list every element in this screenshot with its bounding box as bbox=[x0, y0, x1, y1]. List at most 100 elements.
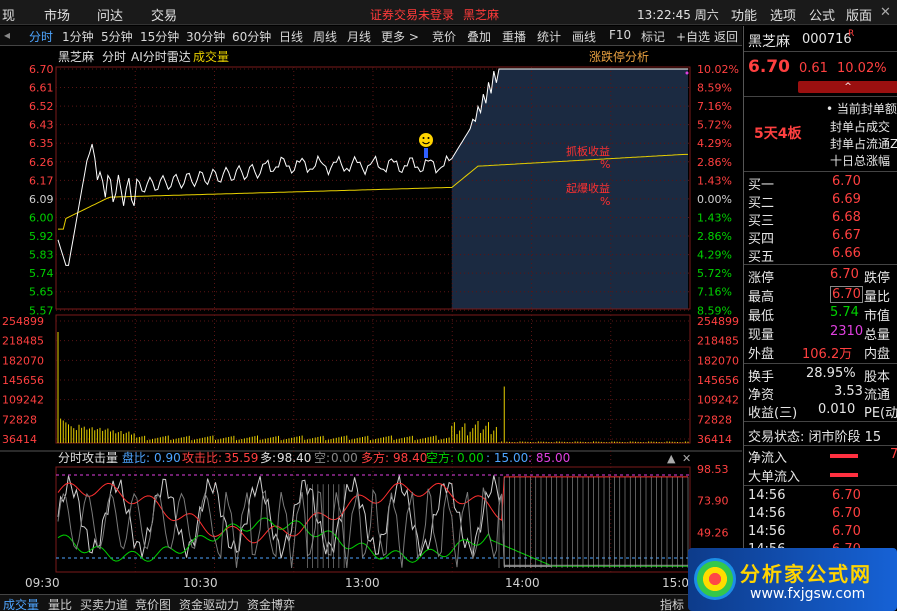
menu-item-formula[interactable]: 公式 bbox=[809, 5, 835, 24]
quote-label: 最低 bbox=[748, 309, 775, 324]
annotation-explode-profit-pct: % bbox=[600, 195, 610, 208]
attack-bear-label: 空方: bbox=[426, 450, 454, 465]
annotation-board-profit-pct: % bbox=[600, 158, 610, 171]
price-axis: 6.70 6.61 6.52 6.43 6.35 6.26 6.17 6.09 6.00 5.92… bbox=[29, 63, 54, 317]
menu-item-market[interactable]: 市场 bbox=[44, 5, 70, 24]
intraday-chart[interactable]: 黑芝麻 分时 AI分时雷达 成交量 涨跌停分析 6.70 6.61 6.52 6.43… bbox=[0, 47, 742, 594]
period-toolbar: ◂ 分时 1分钟 5分钟 15分钟 30分钟 60分钟 日线 周线 月线 更多 … bbox=[0, 26, 742, 46]
quote-stock-code: 000716 bbox=[802, 32, 852, 47]
btab-indicator[interactable]: 指标 bbox=[660, 596, 684, 611]
chart-mode: 分时 bbox=[102, 50, 126, 64]
order-level-label: 买一 bbox=[748, 178, 775, 193]
attack-tick: 49.26 bbox=[697, 526, 729, 539]
tool-add-watchlist[interactable]: +自选 bbox=[676, 28, 710, 45]
collapse-icon[interactable]: ◂ bbox=[4, 28, 10, 42]
btab-auction[interactable]: 竞价图 bbox=[135, 596, 171, 611]
tick-time: 14:56 bbox=[748, 524, 786, 539]
collapse-up-icon[interactable]: ▲ bbox=[667, 452, 676, 465]
quote-value: 6.70 bbox=[830, 286, 863, 303]
time-tick: 13:00 bbox=[345, 576, 380, 590]
indicator-tabs: 成交量 量比 买卖力道 竞价图 资金驱动力 资金博弈 指标 bbox=[0, 594, 742, 611]
tool-mark[interactable]: 标记 bbox=[641, 28, 665, 45]
attack-short-label: 空: bbox=[314, 451, 330, 465]
order-level-price: 6.67 bbox=[832, 228, 861, 243]
tab-monthly[interactable]: 月线 bbox=[347, 28, 371, 45]
btab-volume[interactable]: 成交量 bbox=[3, 596, 39, 611]
menu-item-wenda[interactable]: 问达 bbox=[97, 5, 123, 24]
time-tick: 14:00 bbox=[505, 576, 540, 590]
tool-overlay[interactable]: 叠加 bbox=[467, 28, 491, 45]
menu-item-function[interactable]: 功能 bbox=[731, 5, 757, 24]
quote-extra-label: 市值 bbox=[864, 309, 891, 324]
order-level-label: 买五 bbox=[748, 250, 775, 265]
quote-stock-name: 黑芝麻 bbox=[748, 34, 790, 50]
menu-item-layout[interactable]: 版面 bbox=[846, 5, 872, 24]
volume-tick-right: 218485 bbox=[697, 335, 739, 348]
order-level-label: 买二 bbox=[748, 196, 775, 211]
pct-tick: 0.00% bbox=[697, 193, 732, 206]
tool-back[interactable]: 返回 bbox=[714, 28, 738, 45]
pct-tick: 8.59% bbox=[697, 82, 732, 95]
quote-extra-label: 总量 bbox=[864, 328, 891, 343]
net-inflow-value: 7 bbox=[890, 447, 897, 462]
quote-label: 涨停 bbox=[748, 271, 775, 286]
price-tick: 5.74 bbox=[29, 267, 54, 280]
tab-1min[interactable]: 1分钟 bbox=[62, 28, 94, 45]
logo-flower-icon bbox=[694, 558, 736, 600]
tool-replay[interactable]: 重播 bbox=[502, 28, 526, 45]
stat-value: 0.010 bbox=[818, 402, 856, 417]
tab-30min[interactable]: 30分钟 bbox=[186, 28, 225, 45]
btab-volume-ratio[interactable]: 量比 bbox=[48, 596, 72, 611]
annotation-explode-profit: 起爆收益 bbox=[566, 181, 610, 195]
price-tick: 6.17 bbox=[29, 174, 54, 187]
time-tick: 10:30 bbox=[183, 576, 218, 590]
clock: 13:22:45 周六 bbox=[637, 8, 719, 22]
attack-ratio-label: 攻击比: bbox=[182, 451, 222, 465]
time-axis: 09:30 10:30 13:00 14:00 15:0 bbox=[25, 576, 689, 590]
btab-fund-drive[interactable]: 资金驱动力 bbox=[179, 596, 239, 611]
net-inflow-label: 净流入 bbox=[748, 451, 788, 466]
tab-15min[interactable]: 15分钟 bbox=[140, 28, 179, 45]
close-indicator-icon[interactable]: ✕ bbox=[682, 452, 691, 465]
pct-tick: 5.72% bbox=[697, 267, 732, 280]
btab-fund-game[interactable]: 资金博弈 bbox=[247, 596, 295, 611]
price-tick: 6.52 bbox=[29, 100, 54, 113]
tab-more[interactable]: 更多 > bbox=[381, 28, 419, 45]
tab-intraday[interactable]: 分时 bbox=[29, 28, 53, 45]
tool-auction[interactable]: 竞价 bbox=[432, 28, 456, 45]
tab-weekly[interactable]: 周线 bbox=[313, 28, 337, 45]
price-tick: 6.61 bbox=[29, 82, 54, 95]
expand-up-icon[interactable]: ^ bbox=[798, 81, 897, 93]
menu-item-view[interactable]: 现 bbox=[2, 5, 15, 24]
annotation-board-profit: 抓板收益 bbox=[566, 144, 610, 158]
limit-analysis-button[interactable]: 涨跌停分析 bbox=[589, 49, 649, 64]
volume-tick: 254899 bbox=[2, 315, 44, 328]
tick-time: 14:56 bbox=[748, 506, 786, 521]
tab-daily[interactable]: 日线 bbox=[279, 28, 303, 45]
menu-item-trade[interactable]: 交易 bbox=[151, 5, 177, 24]
tool-draw[interactable]: 画线 bbox=[572, 28, 596, 45]
smiley-signal-icon bbox=[419, 133, 433, 158]
quote-value: 106.2万 bbox=[802, 347, 853, 362]
volume-tick-right: 36414 bbox=[697, 433, 732, 446]
tab-60min[interactable]: 60分钟 bbox=[232, 28, 271, 45]
pct-tick: 4.29% bbox=[697, 137, 732, 150]
tool-stats[interactable]: 统计 bbox=[537, 28, 561, 45]
order-level-price: 6.69 bbox=[832, 192, 861, 207]
current-stock-label: 黑芝麻 bbox=[463, 8, 500, 22]
window-close-icon[interactable]: ✕ bbox=[880, 5, 891, 20]
time-tick: 09:30 bbox=[25, 576, 60, 590]
tick-price: 6.70 bbox=[832, 524, 861, 539]
attack-short-value: 0.00 bbox=[331, 451, 358, 465]
board-count-tag: 5天4板 bbox=[754, 126, 802, 142]
menu-item-options[interactable]: 选项 bbox=[770, 5, 796, 24]
btab-buysell-power[interactable]: 买卖力道 bbox=[80, 596, 128, 611]
tick-price: 6.70 bbox=[832, 488, 861, 503]
volume-tick: 109242 bbox=[2, 394, 44, 407]
attack-long-label: 多: bbox=[260, 451, 276, 465]
tool-f10[interactable]: F10 bbox=[609, 28, 631, 42]
quote-change: 0.61 bbox=[799, 61, 828, 76]
tab-5min[interactable]: 5分钟 bbox=[101, 28, 133, 45]
price-tick: 6.70 bbox=[29, 63, 54, 76]
quote-panel: 黑芝麻 000716 R 6.70 0.61 10.02% ^ 5天4板 • 当… bbox=[743, 26, 897, 611]
